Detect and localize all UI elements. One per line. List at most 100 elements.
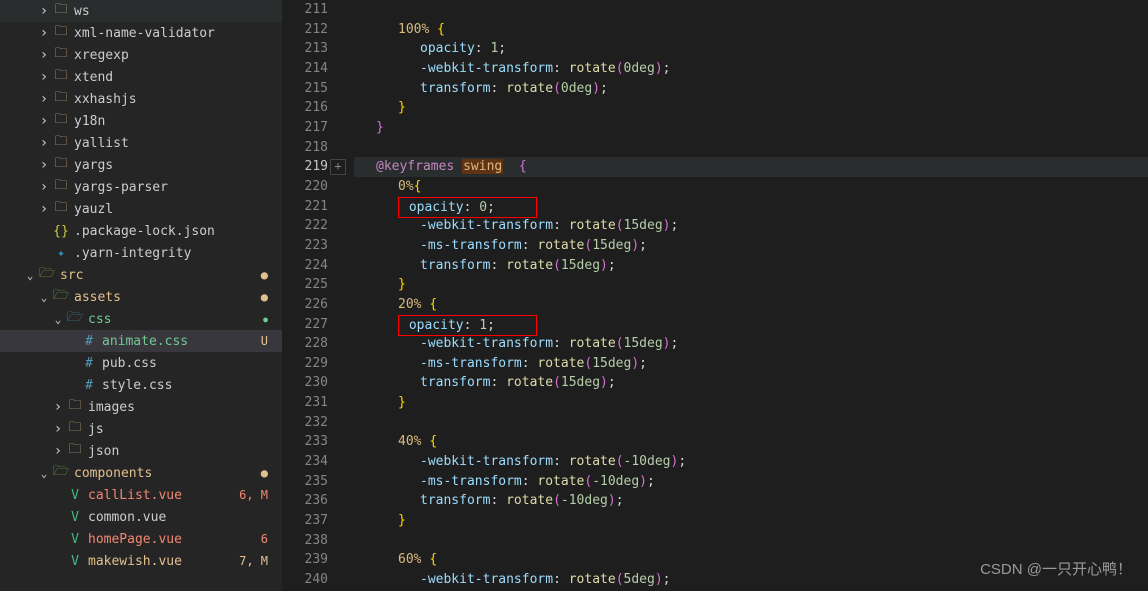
tree-item-xregexp[interactable]: 🗀 xregexp: [0, 44, 282, 66]
tree-item-xtend[interactable]: 🗀xtend: [0, 66, 282, 88]
code-line[interactable]: -ms-transform: rotate(15deg);: [354, 236, 1148, 256]
tree-item--yarn-integrity[interactable]: ✦.yarn-integrity: [0, 242, 282, 264]
tree-item-css[interactable]: 🗁css●: [0, 308, 282, 330]
css-file-icon: #: [80, 334, 98, 349]
code-line[interactable]: -webkit-transform: rotate(-10deg);: [354, 452, 1148, 472]
tree-item-images[interactable]: 🗀images: [0, 396, 282, 418]
tree-item-label: homePage.vue: [88, 532, 261, 547]
code-line[interactable]: -webkit-transform: rotate(5deg);: [354, 570, 1148, 590]
line-number: 238: [282, 531, 328, 551]
code-line[interactable]: }: [354, 275, 1148, 295]
tree-item-src[interactable]: 🗁src●: [0, 264, 282, 286]
chevron-right-icon[interactable]: [36, 69, 52, 85]
chevron-down-icon[interactable]: [50, 313, 66, 326]
git-status-badge: U: [261, 334, 268, 348]
tree-item-y18n[interactable]: 🗀y18n: [0, 110, 282, 132]
tree-item-js[interactable]: 🗀js: [0, 418, 282, 440]
line-number: 213: [282, 39, 328, 59]
tree-item-makewish-vue[interactable]: Vmakewish.vue7, M: [0, 550, 282, 572]
code-editor[interactable]: 2112122132142152162172182192202212222232…: [282, 0, 1148, 591]
code-line[interactable]: [354, 531, 1148, 551]
tree-item-ws[interactable]: 🗀ws: [0, 0, 282, 22]
code-line[interactable]: }: [354, 118, 1148, 138]
tree-item-label: xregexp: [74, 48, 282, 63]
tree-item-animate-css[interactable]: #animate.cssU: [0, 330, 282, 352]
code-line[interactable]: 40% {: [354, 432, 1148, 452]
chevron-right-icon[interactable]: [36, 47, 52, 63]
tree-item-yallist[interactable]: 🗀yallist: [0, 132, 282, 154]
code-line[interactable]: transform: rotate(15deg);: [354, 256, 1148, 276]
line-number: 220: [282, 177, 328, 197]
tree-item-json[interactable]: 🗀json: [0, 440, 282, 462]
code-line[interactable]: transform: rotate(15deg);: [354, 373, 1148, 393]
code-line[interactable]: 0%{: [354, 177, 1148, 197]
folder-icon: 🗀: [52, 44, 70, 66]
tree-item-label: xxhashjs: [74, 92, 282, 107]
chevron-down-icon[interactable]: [36, 467, 52, 480]
tree-item-homepage-vue[interactable]: VhomePage.vue6: [0, 528, 282, 550]
tree-item-yargs[interactable]: 🗀yargs: [0, 154, 282, 176]
chevron-right-icon[interactable]: [36, 135, 52, 151]
tree-item-label: js: [88, 422, 282, 437]
code-line[interactable]: -webkit-transform: rotate(15deg);: [354, 216, 1148, 236]
code-line[interactable]: -ms-transform: rotate(-10deg);: [354, 472, 1148, 492]
code-line[interactable]: -ms-transform: rotate(15deg);: [354, 354, 1148, 374]
tree-item-yargs-parser[interactable]: 🗀yargs-parser: [0, 176, 282, 198]
tree-item-xxhashjs[interactable]: 🗀xxhashjs: [0, 88, 282, 110]
line-number: 240: [282, 570, 328, 590]
chevron-right-icon[interactable]: [36, 91, 52, 107]
tree-item-label: yallist: [74, 136, 282, 151]
chevron-right-icon[interactable]: [36, 3, 52, 19]
code-line[interactable]: [354, 413, 1148, 433]
chevron-down-icon[interactable]: [22, 269, 38, 282]
code-line[interactable]: transform: rotate(-10deg);: [354, 491, 1148, 511]
tree-item-label: style.css: [102, 378, 282, 393]
code-line[interactable]: }: [354, 393, 1148, 413]
code-line[interactable]: 100% {: [354, 20, 1148, 40]
line-number: 230: [282, 373, 328, 393]
tree-item-assets[interactable]: 🗁assets●: [0, 286, 282, 308]
tree-item-yauzl[interactable]: 🗀yauzl: [0, 198, 282, 220]
tree-item-pub-css[interactable]: #pub.css: [0, 352, 282, 374]
code-line[interactable]: opacity: 0;: [354, 197, 1148, 217]
code-line[interactable]: transform: rotate(0deg);: [354, 79, 1148, 99]
chevron-right-icon[interactable]: [36, 25, 52, 41]
tree-item-calllist-vue[interactable]: VcallList.vue6, M: [0, 484, 282, 506]
line-number: 222: [282, 216, 328, 236]
tree-item-label: assets: [74, 290, 261, 305]
code-line[interactable]: }: [354, 511, 1148, 531]
tree-item-common-vue[interactable]: Vcommon.vue: [0, 506, 282, 528]
code-line[interactable]: 20% {: [354, 295, 1148, 315]
code-line[interactable]: [354, 0, 1148, 20]
chevron-right-icon[interactable]: [36, 179, 52, 195]
git-status-badge: ●: [261, 290, 268, 304]
code-line[interactable]: -webkit-transform: rotate(0deg);: [354, 59, 1148, 79]
tree-item-xml-name-validator[interactable]: 🗀xml-name-validator: [0, 22, 282, 44]
folder-icon: 🗀: [66, 440, 84, 462]
tree-item-label: yargs-parser: [74, 180, 282, 195]
tree-item-style-css[interactable]: #style.css: [0, 374, 282, 396]
code-content[interactable]: 100% {opacity: 1;-webkit-transform: rota…: [350, 0, 1148, 591]
code-line[interactable]: }: [354, 98, 1148, 118]
chevron-right-icon[interactable]: [50, 443, 66, 459]
chevron-right-icon[interactable]: [50, 421, 66, 437]
chevron-down-icon[interactable]: [36, 291, 52, 304]
chevron-right-icon[interactable]: [36, 113, 52, 129]
code-line[interactable]: opacity: 1;: [354, 315, 1148, 335]
tree-item-components[interactable]: 🗁components●: [0, 462, 282, 484]
code-line[interactable]: [354, 138, 1148, 158]
tree-item-label: makewish.vue: [88, 554, 239, 569]
line-number: 211: [282, 0, 328, 20]
code-line[interactable]: -webkit-transform: rotate(15deg);: [354, 334, 1148, 354]
code-line[interactable]: 60% {: [354, 550, 1148, 570]
code-line[interactable]: opacity: 1;: [354, 39, 1148, 59]
chevron-right-icon[interactable]: [36, 201, 52, 217]
tree-item--package-lock-json[interactable]: {}.package-lock.json: [0, 220, 282, 242]
line-number: 226: [282, 295, 328, 315]
code-line[interactable]: @keyframes swing {: [354, 157, 1148, 177]
file-explorer[interactable]: 🗀ws🗀xml-name-validator🗀xregexp🗀xtend🗀xxh…: [0, 0, 282, 591]
chevron-right-icon[interactable]: [36, 157, 52, 173]
line-number: 235: [282, 472, 328, 492]
git-status-badge: ●: [261, 268, 268, 282]
chevron-right-icon[interactable]: [50, 399, 66, 415]
